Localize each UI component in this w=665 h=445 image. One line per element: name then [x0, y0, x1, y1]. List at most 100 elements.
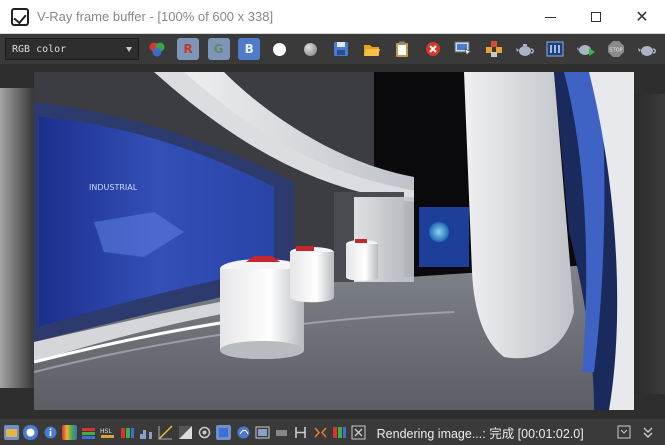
- color-correction-button[interactable]: [61, 424, 77, 440]
- blue-channel-label: B: [238, 38, 261, 60]
- vfb-settings-button[interactable]: [23, 424, 39, 440]
- window-controls: ✕: [527, 0, 665, 34]
- track-mouse-button[interactable]: [451, 37, 476, 61]
- histogram-button[interactable]: [139, 425, 154, 440]
- clipboard-icon: [396, 41, 409, 57]
- curves-button[interactable]: [158, 424, 173, 440]
- rendered-image[interactable]: INDUSTRIAL: [34, 72, 634, 410]
- x-box-icon: [351, 425, 366, 439]
- region-grid-icon: [485, 41, 502, 57]
- stop-icon: STOP: [608, 41, 625, 57]
- lut-icon: [219, 427, 229, 437]
- color-balance-button[interactable]: [120, 425, 135, 440]
- levels-button[interactable]: [81, 425, 96, 440]
- status-bar-tools: HSL: [4, 424, 371, 440]
- toolbar: RGB color R G B STOP: [0, 34, 665, 64]
- vray-logo-icon: [11, 7, 29, 26]
- maximize-icon: [591, 12, 601, 22]
- svg-text:INDUSTRIAL: INDUSTRIAL: [89, 183, 138, 192]
- info-icon: [44, 426, 57, 438]
- history-button[interactable]: [4, 424, 19, 440]
- load-image-button[interactable]: [359, 37, 384, 61]
- folder-open-icon: [363, 44, 380, 56]
- previous-render-overlay: [0, 88, 34, 388]
- histogram-icon: [140, 429, 153, 439]
- curves-icon: [158, 424, 173, 440]
- exposure-button[interactable]: [178, 425, 193, 440]
- clear-lut-button[interactable]: [351, 425, 366, 440]
- toolbar-buttons: R G B STOP: [145, 37, 665, 61]
- minimize-button[interactable]: [527, 0, 573, 34]
- red-channel-button[interactable]: R: [176, 37, 201, 61]
- copy-to-clipboard-button[interactable]: [390, 37, 415, 61]
- alpha-channel-button[interactable]: [267, 37, 292, 61]
- teapot-play-icon: [576, 45, 595, 56]
- white-dot-icon: [273, 42, 287, 56]
- red-channel-label: R: [177, 38, 199, 60]
- floppy-disk-icon: [333, 42, 348, 56]
- settings-icon: [26, 428, 35, 436]
- close-button[interactable]: ✕: [619, 0, 665, 34]
- teapot-icon: [515, 44, 534, 56]
- monitor-cursor-icon: [454, 41, 473, 57]
- pixel-aspect-icon: [276, 429, 288, 436]
- exhibition-hall-render: INDUSTRIAL: [34, 72, 634, 410]
- render-status-text: Rendering image...: 完成 [00:01:02.0]: [376, 426, 584, 441]
- rgb-circles-icon: [149, 42, 165, 57]
- vfb-panel-icon: [546, 41, 564, 57]
- bars-button[interactable]: [332, 425, 347, 440]
- viewport-background-right: [634, 94, 665, 394]
- close-icon: ✕: [635, 7, 649, 26]
- render-last-button[interactable]: [512, 37, 537, 61]
- color-balance-icon: [120, 427, 134, 438]
- minimize-icon: [544, 16, 556, 18]
- stop-render-button[interactable]: STOP: [604, 37, 629, 61]
- hsl-button[interactable]: HSL: [100, 425, 115, 440]
- folder-icon: [6, 428, 17, 437]
- blue-channel-button[interactable]: B: [237, 37, 262, 61]
- status-bar: HSL Rendering image...: 完成 [00:01:02.0]: [0, 419, 665, 445]
- svg-text:STOP: STOP: [610, 48, 623, 54]
- pixel-aspect-button[interactable]: [274, 425, 289, 440]
- levels-icon: [82, 427, 96, 439]
- green-channel-button[interactable]: G: [206, 37, 231, 61]
- region-render-button[interactable]: [481, 37, 506, 61]
- lens-effects-button[interactable]: [543, 37, 568, 61]
- panel-down-icon: [617, 425, 631, 439]
- expand-panel-button[interactable]: [617, 424, 631, 439]
- channel-dropdown-value: RGB color: [12, 43, 67, 55]
- info-button[interactable]: [43, 425, 58, 440]
- lens-icon: [198, 426, 211, 438]
- gray-sphere-icon: [303, 42, 317, 56]
- render-viewport[interactable]: INDUSTRIAL: [0, 64, 665, 419]
- ocio-button[interactable]: [236, 425, 251, 440]
- hsl-icon: HSL: [100, 428, 115, 438]
- lut-button[interactable]: [216, 424, 232, 440]
- stereo-icon: [314, 426, 327, 438]
- channel-dropdown[interactable]: RGB color: [5, 38, 139, 60]
- stereo-button[interactable]: [313, 425, 328, 440]
- maximize-button[interactable]: [573, 0, 619, 34]
- srgb-icon: [255, 426, 270, 438]
- clear-image-button[interactable]: [420, 37, 445, 61]
- lens-button[interactable]: [197, 425, 212, 440]
- color-channels-button[interactable]: [145, 37, 170, 61]
- ocio-icon: [237, 426, 250, 438]
- svg-text:HSL: HSL: [100, 428, 112, 435]
- clear-x-icon: [425, 42, 440, 56]
- h-icon: [295, 426, 307, 438]
- teapot-render-icon: [637, 46, 656, 56]
- title-bar: V-Ray frame buffer - [100% of 600 x 338]…: [0, 0, 665, 34]
- window-title: V-Ray frame buffer - [100% of 600 x 338]: [37, 9, 274, 24]
- color-bars-icon: [333, 426, 347, 438]
- exposure-icon: [178, 425, 192, 439]
- interactive-render-button[interactable]: [573, 37, 598, 61]
- h-button[interactable]: [293, 425, 308, 440]
- srgb-button[interactable]: [255, 425, 270, 440]
- double-chevron-down-icon: [643, 427, 653, 438]
- save-image-button[interactable]: [328, 37, 353, 61]
- monochrome-button[interactable]: [298, 37, 323, 61]
- chevron-down-icon: [125, 47, 132, 52]
- collapse-panel-button[interactable]: [641, 424, 655, 438]
- render-button[interactable]: [634, 37, 659, 61]
